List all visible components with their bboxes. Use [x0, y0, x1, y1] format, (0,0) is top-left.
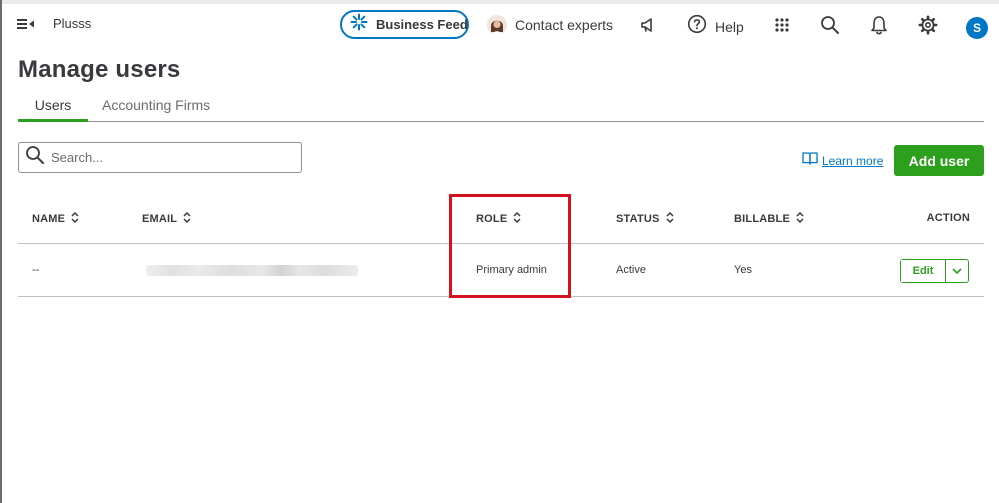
cell-email-redacted [146, 265, 358, 276]
business-feed-button[interactable]: Business Feed [340, 10, 469, 39]
book-icon [802, 151, 818, 170]
tab-bar: Users Accounting Firms [18, 94, 984, 122]
learn-more-link[interactable]: Learn more [802, 151, 883, 170]
apps-grid-icon[interactable] [771, 14, 793, 36]
cell-status: Active [616, 264, 646, 276]
cell-name: -- [32, 264, 40, 276]
contact-experts-button[interactable]: Contact experts [487, 13, 613, 37]
sort-icon [666, 211, 674, 226]
help-label: Help [715, 18, 744, 35]
row-action-split-button: Edit [900, 259, 969, 283]
search-icon[interactable] [819, 14, 841, 36]
add-user-button[interactable]: Add user [894, 145, 984, 176]
role-highlight-box [449, 194, 571, 298]
sort-icon [796, 211, 804, 226]
sort-icon [71, 211, 79, 226]
page-title: Manage users [18, 56, 181, 83]
menu-toggle-icon[interactable] [16, 14, 36, 34]
column-header-email[interactable]: EMAIL [142, 211, 191, 226]
help-button[interactable]: Help [687, 14, 744, 39]
tab-users[interactable]: Users [18, 94, 88, 122]
edit-button[interactable]: Edit [901, 260, 946, 282]
business-feed-icon [350, 13, 368, 36]
company-name[interactable]: Plusss [53, 16, 91, 31]
user-avatar[interactable]: S [966, 17, 988, 39]
bell-icon[interactable] [868, 14, 890, 36]
sort-icon [183, 211, 191, 226]
cell-billable: Yes [734, 264, 752, 276]
expert-avatar [487, 15, 507, 35]
chevron-down-icon[interactable] [946, 260, 968, 282]
top-bar: Plusss Business Feed Contact experts Hel… [0, 4, 999, 44]
column-header-billable[interactable]: BILLABLE [734, 211, 804, 226]
search-input[interactable] [51, 150, 281, 165]
search-box [18, 142, 302, 173]
column-header-action: ACTION [926, 212, 970, 224]
help-icon [687, 14, 707, 39]
tab-accounting-firms[interactable]: Accounting Firms [102, 94, 210, 122]
window-left-edge [0, 0, 2, 503]
learn-more-label: Learn more [822, 153, 884, 168]
column-header-status[interactable]: STATUS [616, 211, 674, 226]
business-feed-label: Business Feed [376, 17, 468, 32]
gear-icon[interactable] [917, 14, 939, 36]
column-header-name[interactable]: NAME [32, 211, 79, 226]
megaphone-icon[interactable] [637, 14, 659, 36]
contact-experts-label: Contact experts [515, 17, 614, 33]
search-icon [25, 145, 45, 170]
